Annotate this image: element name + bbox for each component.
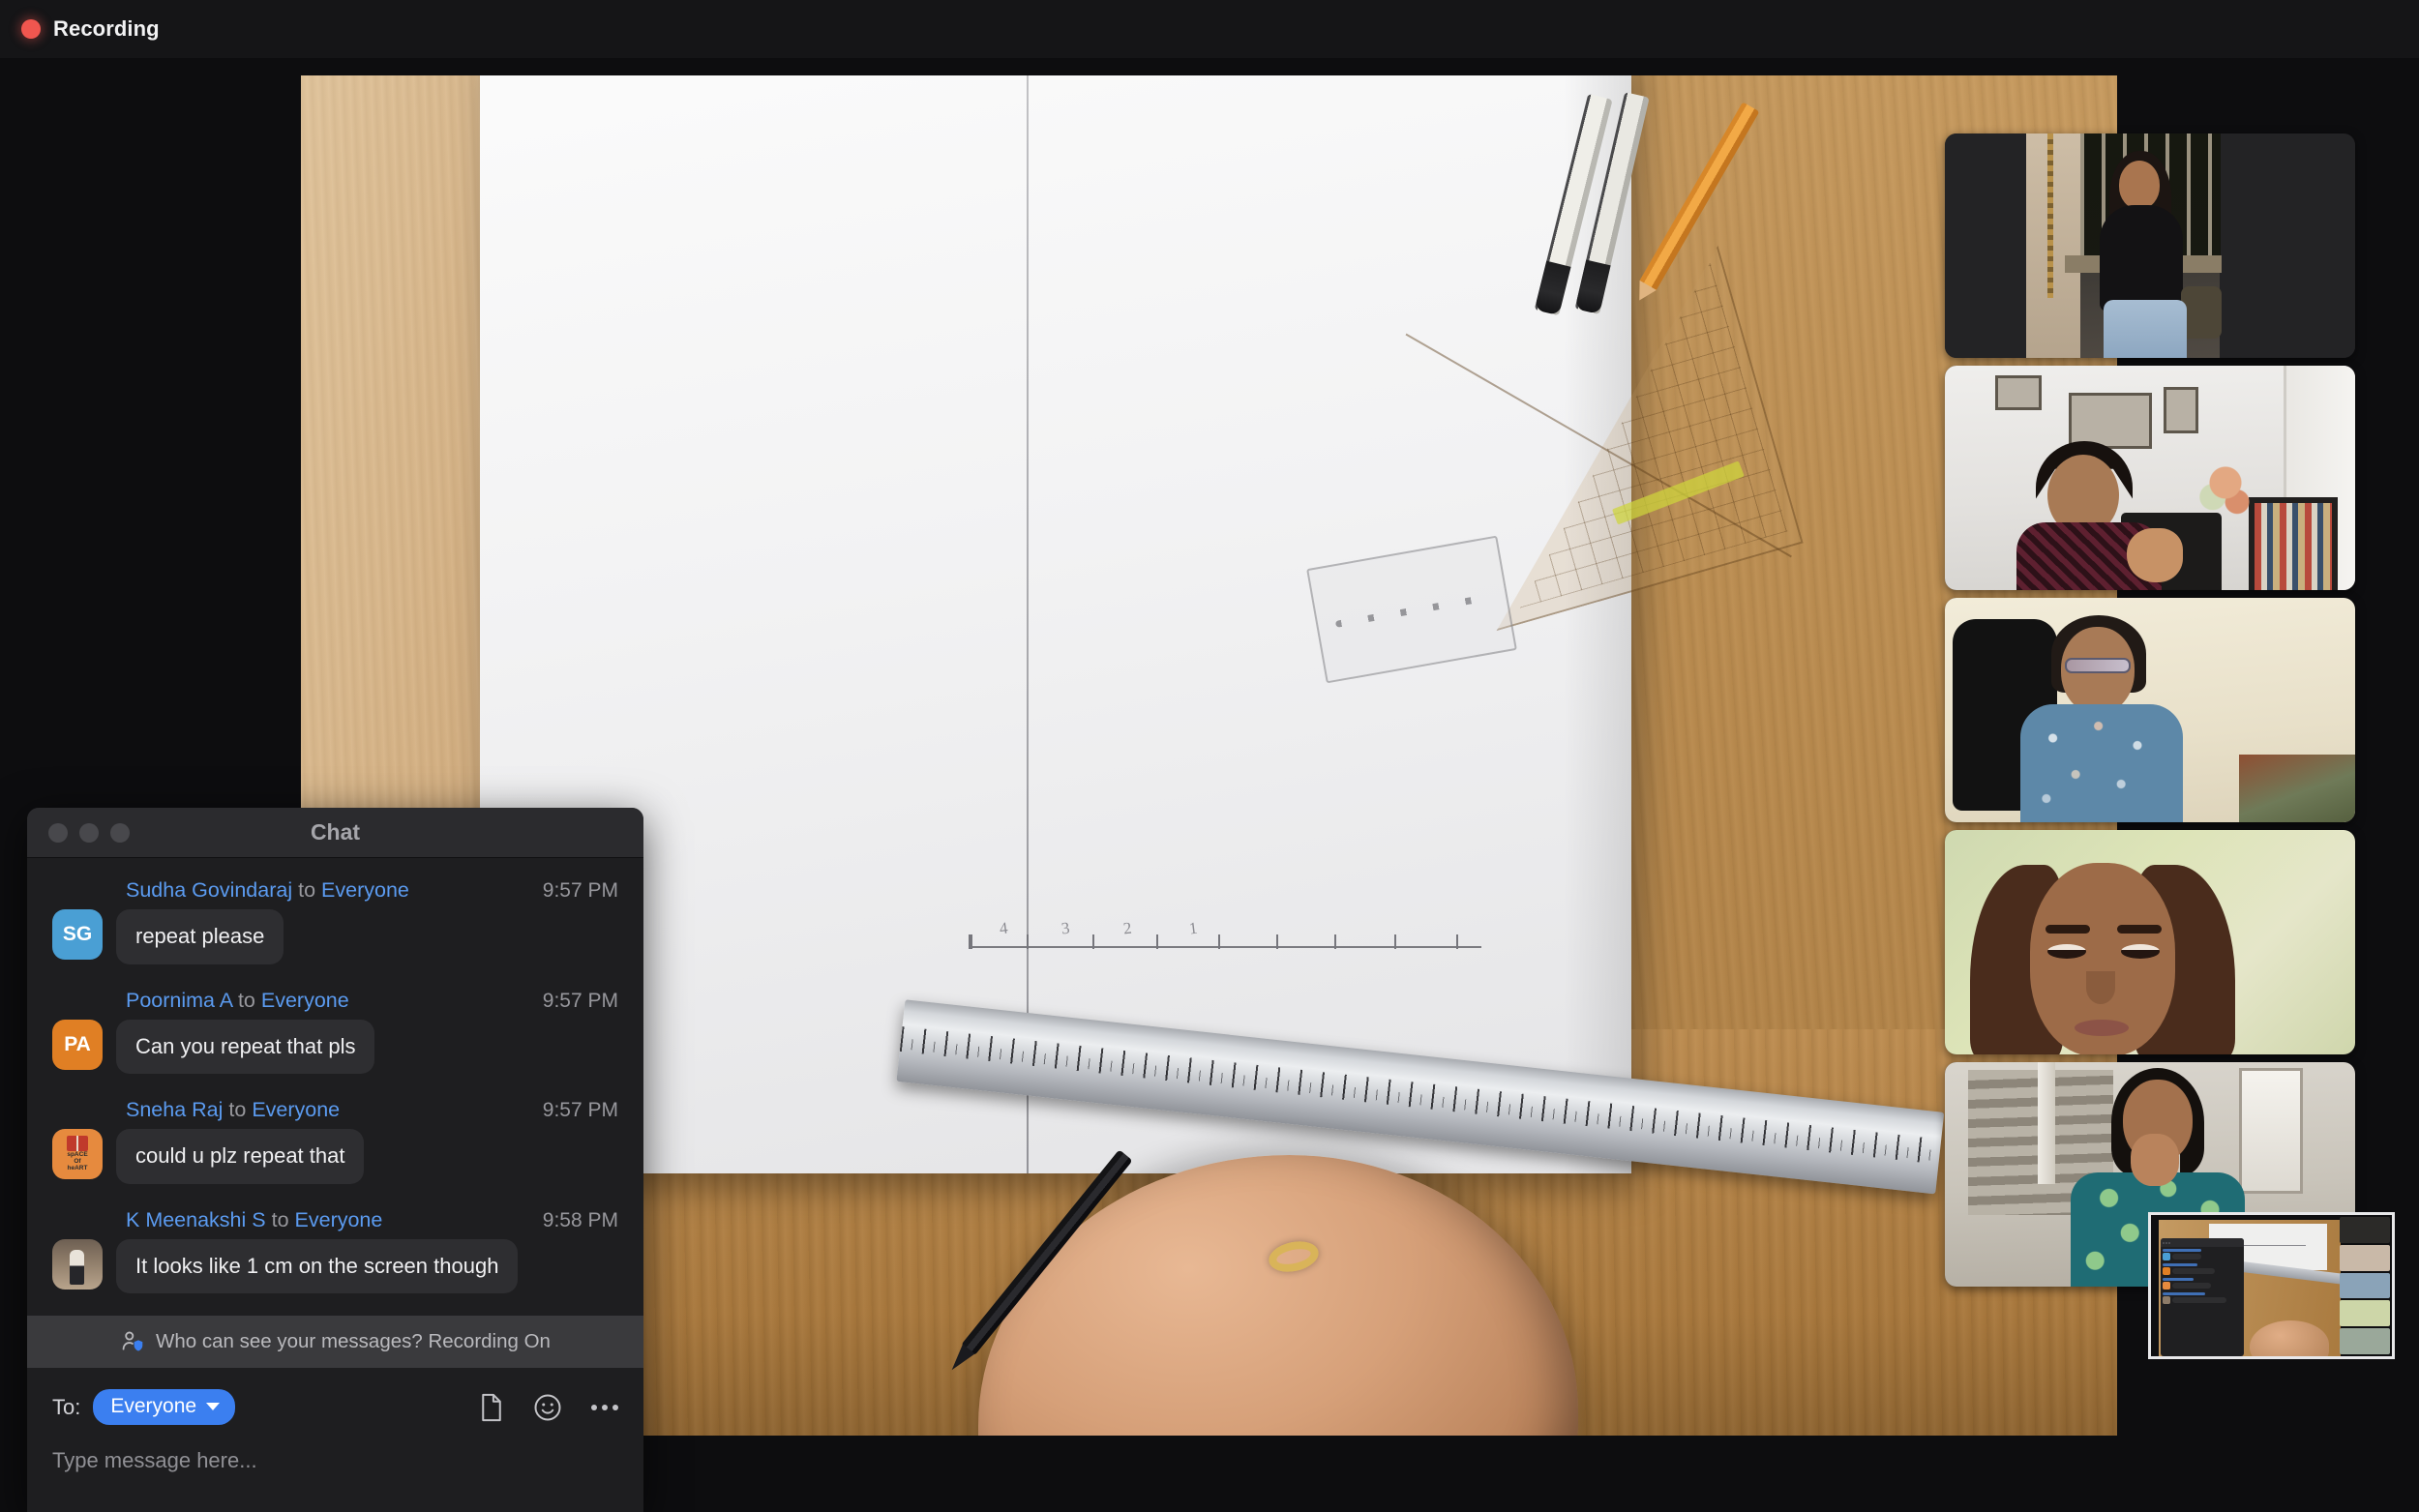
chat-message-sender-line: Sudha Govindaraj to Everyone (126, 878, 409, 903)
number-line-label: 2 (1121, 918, 1133, 938)
chat-window[interactable]: Chat Sudha Govindaraj to Everyone 9:57 P… (27, 808, 643, 1512)
avatar[interactable] (52, 1238, 103, 1290)
chat-compose-area[interactable]: To: Everyone Type message here... (27, 1368, 643, 1512)
chat-sender-name[interactable]: K Meenakshi S (126, 1208, 266, 1231)
number-line-drawing: 4 3 2 1 (969, 917, 1481, 962)
participant-tile-3[interactable] (1945, 598, 2355, 822)
chat-message-text: It looks like 1 cm on the screen though (116, 1238, 519, 1294)
recipient-dropdown[interactable]: Everyone (93, 1389, 236, 1425)
participant-tile-1[interactable] (1945, 133, 2355, 358)
chat-message-text: Can you repeat that pls (116, 1019, 375, 1075)
chat-sender-name[interactable]: Poornima A (126, 989, 232, 1012)
chat-message-text: could u plz repeat that (116, 1129, 365, 1184)
participant-tile-4[interactable] (1945, 830, 2355, 1054)
number-line-axis (969, 946, 1481, 948)
avatar-logo-line: heART (67, 1165, 88, 1172)
recipient-label: To: (52, 1394, 81, 1419)
number-line-tick (1156, 934, 1158, 949)
chat-timestamp: 9:57 PM (542, 1099, 618, 1122)
record-dot-icon (21, 19, 41, 39)
chat-timestamp: 9:58 PM (542, 1208, 618, 1231)
chat-message-text: repeat please (116, 909, 284, 964)
smiley-icon (534, 1394, 561, 1420)
number-line-tick (1394, 934, 1396, 949)
file-icon (482, 1393, 501, 1421)
chat-message: Sudha Govindaraj to Everyone 9:57 PM SG … (52, 878, 618, 964)
chat-message-sender-line: Poornima A to Everyone (126, 988, 349, 1013)
recording-label: Recording (53, 16, 160, 41)
number-line-tick (1027, 934, 1029, 949)
more-dots-icon (602, 1404, 608, 1410)
chat-sender-name[interactable]: Sneha Raj (126, 1098, 223, 1121)
chat-message-sender-line: Sneha Raj to Everyone (126, 1098, 340, 1122)
chat-to-word: to (298, 878, 316, 902)
participant-tile-2[interactable] (1945, 366, 2355, 590)
avatar[interactable]: spACE Of heART (52, 1129, 103, 1180)
chat-message-header: Sneha Raj to Everyone 9:57 PM (52, 1098, 618, 1122)
number-line-label: 3 (1060, 918, 1071, 938)
more-dots-icon (591, 1404, 597, 1410)
zoom-button[interactable] (110, 822, 130, 843)
number-line-tick (971, 934, 972, 949)
avatar-initials: PA (64, 1032, 91, 1055)
chat-privacy-notice[interactable]: Who can see your messages? Recording On (27, 1316, 643, 1368)
number-line-tick (1334, 934, 1336, 949)
recipient-value: Everyone (110, 1395, 197, 1417)
chat-message-body: spACE Of heART could u plz repeat that (52, 1129, 618, 1184)
number-line-tick (1092, 934, 1094, 949)
minimize-button[interactable] (79, 822, 99, 843)
person-shield-icon (122, 1331, 143, 1351)
chat-message: Sneha Raj to Everyone 9:57 PM spACE Of h… (52, 1098, 618, 1184)
avatar[interactable]: PA (52, 1019, 103, 1070)
participant-filmstrip (1945, 133, 2355, 1287)
chat-message-sender-line: K Meenakshi S to Everyone (126, 1207, 383, 1232)
chat-privacy-text: Who can see your messages? Recording On (156, 1330, 551, 1352)
number-line-tick (1456, 934, 1458, 949)
chat-timestamp: 9:57 PM (542, 879, 618, 902)
chat-destination[interactable]: Everyone (321, 878, 409, 902)
chat-message-list[interactable]: Sudha Govindaraj to Everyone 9:57 PM SG … (27, 858, 643, 1316)
window-controls[interactable] (27, 822, 130, 843)
recording-bar: Recording (0, 0, 2419, 58)
number-line-tick (1276, 934, 1278, 949)
chat-message-header: K Meenakshi S to Everyone 9:58 PM (52, 1207, 618, 1232)
meeting-window: Recording 4 3 2 1 Chat Sudha Govindaraj … (0, 0, 2419, 1512)
chat-message-header: Poornima A to Everyone 9:57 PM (52, 988, 618, 1013)
chat-destination[interactable]: Everyone (295, 1208, 383, 1231)
shared-screen-thumbnail[interactable] (2148, 1212, 2395, 1359)
book-icon (67, 1136, 88, 1152)
more-options-button[interactable] (591, 1404, 618, 1410)
chat-message-header: Sudha Govindaraj to Everyone 9:57 PM (52, 878, 618, 903)
file-button[interactable] (479, 1393, 504, 1422)
number-line-label: 4 (998, 918, 1009, 938)
number-line-tick (1218, 934, 1220, 949)
chat-sender-name[interactable]: Sudha Govindaraj (126, 878, 292, 902)
chat-message-body: SG repeat please (52, 909, 618, 964)
number-line-label: 1 (1187, 918, 1199, 938)
protractor-holes (1334, 595, 1479, 628)
chat-message-body: PA Can you repeat that pls (52, 1019, 618, 1075)
chat-destination[interactable]: Everyone (252, 1098, 340, 1121)
message-input[interactable]: Type message here... (52, 1448, 618, 1512)
paper-fold-line (1027, 75, 1029, 1173)
chat-to-word: to (237, 988, 255, 1012)
chat-to-word: to (271, 1207, 289, 1231)
chat-destination[interactable]: Everyone (261, 989, 349, 1012)
chat-to-word: to (228, 1098, 247, 1122)
chat-message: Poornima A to Everyone 9:57 PM PA Can yo… (52, 988, 618, 1075)
chat-message-body: It looks like 1 cm on the screen though (52, 1238, 618, 1294)
chat-timestamp: 9:57 PM (542, 989, 618, 1012)
avatar[interactable]: SG (52, 909, 103, 960)
emoji-button[interactable] (533, 1393, 562, 1422)
close-button[interactable] (48, 822, 68, 843)
chat-titlebar[interactable]: Chat (27, 808, 643, 858)
avatar-initials: SG (62, 923, 93, 945)
more-dots-icon (612, 1404, 618, 1410)
chat-message: K Meenakshi S to Everyone 9:58 PM It loo… (52, 1207, 618, 1294)
chevron-down-icon (206, 1403, 221, 1410)
